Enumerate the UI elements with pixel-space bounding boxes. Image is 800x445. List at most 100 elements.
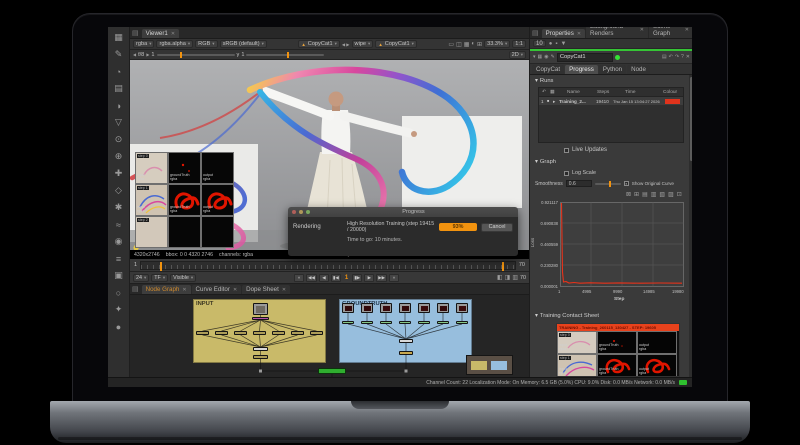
threed-icon[interactable]: ◇ <box>111 182 127 199</box>
smoothness-field[interactable]: 0.6 <box>566 180 592 187</box>
crop-node-green[interactable] <box>342 321 354 324</box>
view-mode-select[interactable]: 2D▾ <box>509 51 526 59</box>
crop-node-green[interactable] <box>437 321 449 324</box>
log-scale-checkbox[interactable] <box>564 171 569 176</box>
zoom-reset-icon[interactable]: ⊠ <box>626 191 631 198</box>
transform-icon[interactable]: ✚ <box>111 165 127 182</box>
crop-node-green[interactable] <box>380 321 392 324</box>
display-style-select[interactable]: RGB▾ <box>195 40 217 48</box>
read-node[interactable] <box>361 303 373 313</box>
runs-section-header[interactable]: ▾ Runs <box>535 78 553 84</box>
nodegraph-minimap[interactable] <box>466 355 513 375</box>
color-icon[interactable]: ◑ <box>111 97 127 114</box>
close-icon[interactable]: ✕ <box>182 287 186 293</box>
gain-down-icon[interactable]: ◀ <box>133 52 136 57</box>
contact-sheet-section-header[interactable]: ▾ Training Contact Sheet <box>535 313 599 319</box>
zoom-in-icon[interactable]: ⊞ <box>634 191 639 198</box>
read-node[interactable] <box>342 303 354 313</box>
particles-icon[interactable]: ✱ <box>111 199 127 216</box>
trash-icon[interactable]: ▼ <box>560 41 566 47</box>
plugins-icon[interactable]: ✦ <box>111 301 127 318</box>
node-minimize-icon[interactable]: ▾ <box>533 54 536 60</box>
collapse-icon[interactable]: ▾ <box>535 159 538 165</box>
graph-section-header[interactable]: ▾ Graph <box>535 159 556 165</box>
step-forward-button[interactable]: ▶ <box>364 274 374 282</box>
read-node[interactable] <box>437 303 449 313</box>
close-panel-icon[interactable]: ✕ <box>686 54 690 60</box>
collapse-icon[interactable]: ▾ <box>535 313 538 319</box>
tab-copycat[interactable]: CopyCat <box>532 65 564 74</box>
appendclip-node[interactable] <box>399 339 413 343</box>
gamma-slider-handle[interactable] <box>287 52 289 58</box>
tab-scene-graph[interactable]: Scene Graph✕ <box>649 27 692 38</box>
node-eye-icon[interactable]: ◉ <box>544 54 548 60</box>
max-panels-field[interactable]: 10 <box>533 40 546 47</box>
run-row[interactable]: 1 ■ ▸ Training_2... 19410 Thu Jan 15 13:… <box>539 97 683 105</box>
read-node[interactable] <box>253 303 268 315</box>
tab-node[interactable]: Node <box>627 65 650 74</box>
crop-node[interactable] <box>291 331 304 335</box>
tab-progress[interactable]: Progress <box>565 65 598 74</box>
zoom-select[interactable]: 33.3%▾ <box>484 40 510 48</box>
crop-node[interactable] <box>234 331 247 335</box>
gamma-slider[interactable] <box>246 54 324 56</box>
roi-icon[interactable]: ⊞ <box>477 41 482 48</box>
close-icon[interactable]: ✕ <box>640 27 644 33</box>
tab-node-graph[interactable]: Node Graph✕ <box>142 285 191 294</box>
split-icon[interactable]: ◫ <box>456 41 462 48</box>
collapse-icon[interactable]: ▾ <box>535 78 538 84</box>
read-node[interactable] <box>418 303 430 313</box>
mask-icon[interactable]: ◐ <box>471 41 475 47</box>
step-back-button[interactable]: ◀ <box>319 274 329 282</box>
read-node[interactable] <box>380 303 392 313</box>
input-a-select[interactable]: ▲CopyCat1▾ <box>298 40 340 48</box>
deep-icon[interactable]: ≈ <box>111 216 127 233</box>
grid-view-icon[interactable]: ▦ <box>550 90 555 95</box>
loop-mode-icon[interactable]: ◧ <box>497 274 503 281</box>
output-node[interactable] <box>253 355 268 359</box>
panel-scrollbar[interactable] <box>689 75 692 377</box>
zoom-traffic-icon[interactable] <box>306 210 310 214</box>
node-graph-canvas[interactable]: INPUT GROUNDTRUTH <box>130 295 529 377</box>
show-original-checkbox[interactable]: ▪ <box>624 181 629 186</box>
swap-inputs-icon[interactable]: ◀ ▶ <box>342 42 350 47</box>
filter-icon[interactable]: ▽ <box>111 114 127 131</box>
fit-x-icon[interactable]: ▤ <box>642 191 648 198</box>
crop-node-green[interactable] <box>418 321 430 324</box>
tf-select[interactable]: TF▾ <box>151 274 168 282</box>
close-icon[interactable]: ✕ <box>685 27 689 33</box>
tab-background-renders[interactable]: Background Renders✕ <box>586 27 648 38</box>
crop-node-green[interactable] <box>456 321 468 324</box>
tab-curve-editor[interactable]: Curve Editor✕ <box>192 285 242 294</box>
output-node[interactable] <box>399 351 413 355</box>
input-b-select[interactable]: ▲CopyCat1▾ <box>375 40 417 48</box>
image-icon[interactable]: ▦ <box>111 29 127 46</box>
close-icon[interactable]: ✕ <box>171 31 175 37</box>
timeline-track[interactable] <box>140 261 516 270</box>
next-keyframe-button[interactable]: ▶▶ <box>376 274 387 282</box>
scrollbar-thumb[interactable] <box>690 77 693 161</box>
run-colour-swatch[interactable] <box>665 99 680 104</box>
gain-up-icon[interactable]: ▶ <box>146 52 149 57</box>
channel-icon[interactable]: ▤ <box>111 80 127 97</box>
channels-select[interactable]: rgba▾ <box>133 40 154 48</box>
draw-icon[interactable]: ✎ <box>111 46 127 63</box>
help-icon[interactable]: ● <box>111 318 127 335</box>
keyer-icon[interactable]: ⊙ <box>111 131 127 148</box>
pane-grip-icon[interactable]: ▤ <box>132 29 139 37</box>
close-icon[interactable]: ✕ <box>233 287 237 293</box>
help-icon[interactable]: ? <box>681 54 684 60</box>
proxy-select[interactable]: 1:1 <box>512 40 526 48</box>
undo-run-icon[interactable]: ↶ <box>542 90 546 95</box>
read-node[interactable] <box>456 303 468 313</box>
crop-node[interactable] <box>272 331 285 335</box>
tab-python[interactable]: Python <box>599 65 626 74</box>
crop-node[interactable] <box>196 331 209 335</box>
redo-icon[interactable]: ↷ <box>675 54 679 60</box>
wipe-mode-select[interactable]: wipe▾ <box>352 40 374 48</box>
dialog-titlebar[interactable]: Progress <box>288 207 518 217</box>
pane-grip-icon[interactable]: ▤ <box>132 285 139 293</box>
appendclip-node[interactable] <box>253 347 268 351</box>
gain-slider-handle[interactable] <box>180 52 182 58</box>
node-name-field[interactable]: CopyCat1 <box>557 53 613 62</box>
